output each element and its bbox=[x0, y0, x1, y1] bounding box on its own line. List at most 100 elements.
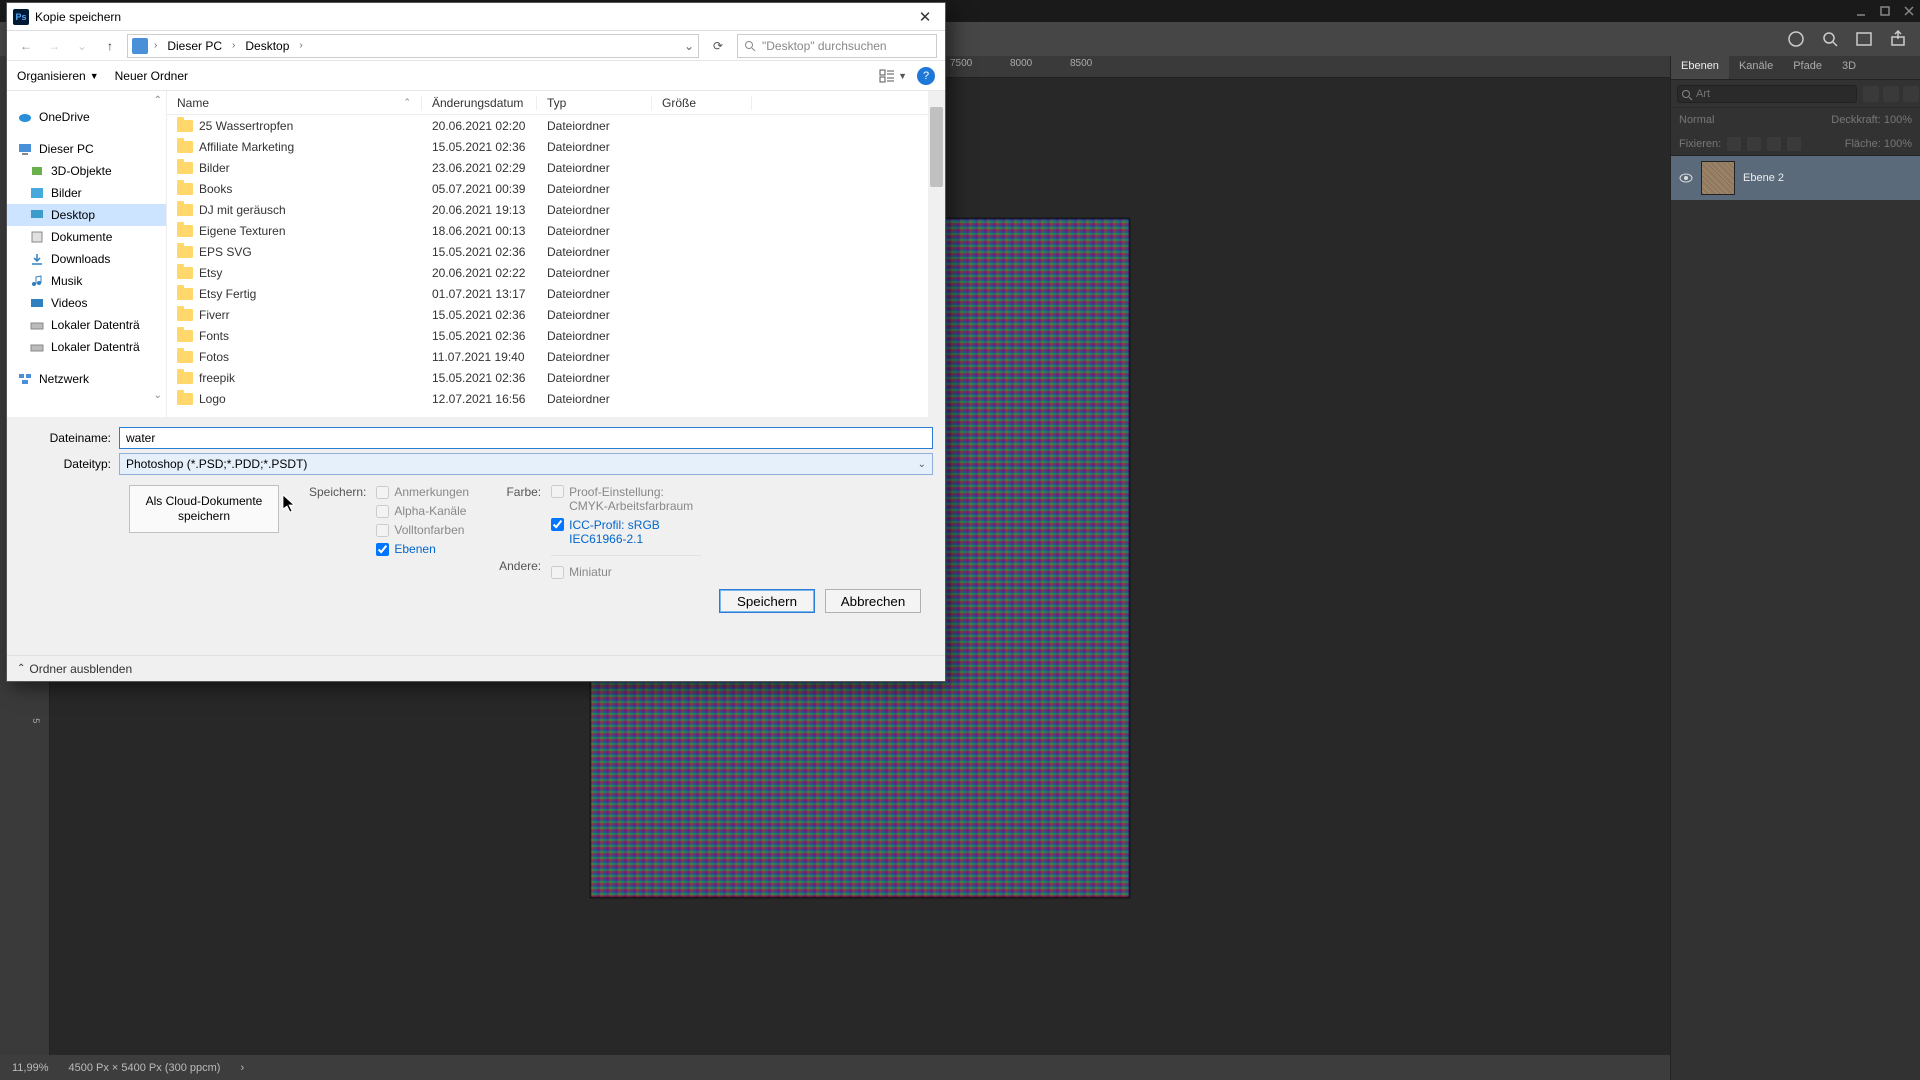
file-row[interactable]: Etsy20.06.2021 02:22Dateiordner bbox=[167, 262, 945, 283]
breadcrumb-pc[interactable]: Dieser PC bbox=[163, 37, 226, 55]
dialog-close-button[interactable]: ✕ bbox=[911, 8, 939, 26]
tree-desktop[interactable]: Desktop bbox=[7, 204, 166, 226]
chevron-right-icon[interactable]: › bbox=[152, 40, 159, 51]
scroll-up-icon[interactable]: ⌃ bbox=[7, 95, 166, 106]
tree-lokaler-2[interactable]: Lokaler Datenträ bbox=[7, 336, 166, 358]
search-icon[interactable] bbox=[1820, 29, 1840, 49]
search-input[interactable]: "Desktop" durchsuchen bbox=[737, 34, 937, 58]
layer-row[interactable]: Ebene 2 bbox=[1671, 156, 1920, 200]
tree-lokaler-1[interactable]: Lokaler Datenträ bbox=[7, 314, 166, 336]
lock-pixel-icon[interactable] bbox=[1727, 137, 1741, 151]
column-size[interactable]: Größe bbox=[652, 96, 752, 110]
nav-forward-button[interactable]: → bbox=[43, 35, 65, 57]
folder-icon bbox=[177, 288, 193, 300]
tree-dokumente[interactable]: Dokumente bbox=[7, 226, 166, 248]
file-row[interactable]: Fonts15.05.2021 02:36Dateiordner bbox=[167, 325, 945, 346]
file-row[interactable]: freepik15.05.2021 02:36Dateiordner bbox=[167, 367, 945, 388]
file-row[interactable]: Books05.07.2021 00:39Dateiordner bbox=[167, 178, 945, 199]
scrollbar-thumb[interactable] bbox=[930, 107, 943, 187]
layer-filter-input[interactable] bbox=[1677, 85, 1857, 103]
chevron-right-icon[interactable]: › bbox=[230, 40, 237, 51]
filename-input[interactable] bbox=[119, 427, 933, 449]
file-row[interactable]: Eigene Texturen18.06.2021 00:13Dateiordn… bbox=[167, 220, 945, 241]
file-row[interactable]: Bilder23.06.2021 02:29Dateiordner bbox=[167, 157, 945, 178]
tree-3d-objekte[interactable]: 3D-Objekte bbox=[7, 160, 166, 182]
tree-musik[interactable]: Musik bbox=[7, 270, 166, 292]
lock-label: Fixieren: bbox=[1679, 138, 1721, 150]
file-row[interactable]: Logo12.07.2021 16:56Dateiordner bbox=[167, 388, 945, 409]
tree-downloads[interactable]: Downloads bbox=[7, 248, 166, 270]
folder-tree: ⌃ OneDrive Dieser PC 3D-Objekte Bilder D… bbox=[7, 91, 167, 417]
nav-recent-button[interactable]: ⌄ bbox=[71, 35, 93, 57]
cancel-button[interactable]: Abbrechen bbox=[825, 589, 921, 613]
chk-ebenen[interactable]: Ebenen bbox=[376, 542, 469, 556]
fill-value[interactable]: 100% bbox=[1884, 138, 1912, 150]
ruler-tick: 7500 bbox=[950, 58, 972, 69]
minimize-icon[interactable] bbox=[1854, 4, 1868, 18]
scroll-down-icon[interactable]: ⌄ bbox=[7, 390, 166, 401]
hide-folders-toggle[interactable]: ⌃Ordner ausblenden bbox=[17, 662, 132, 676]
breadcrumb-desktop[interactable]: Desktop bbox=[241, 37, 293, 55]
filter-type-icon[interactable] bbox=[1903, 86, 1919, 102]
save-button[interactable]: Speichern bbox=[719, 589, 815, 613]
visibility-eye-icon[interactable] bbox=[1679, 171, 1693, 185]
status-bar: 11,99% 4500 Px × 5400 Px (300 ppcm) › bbox=[0, 1055, 1670, 1080]
tab-ebenen[interactable]: Ebenen bbox=[1671, 56, 1729, 79]
view-mode-button[interactable]: ▼ bbox=[879, 69, 907, 83]
speichern-header: Speichern: bbox=[309, 485, 366, 499]
nav-back-button[interactable]: ← bbox=[15, 35, 37, 57]
ruler-tick: 8500 bbox=[1070, 58, 1092, 69]
help-button[interactable]: ? bbox=[917, 67, 935, 85]
blend-mode-select[interactable]: Normal bbox=[1679, 114, 1714, 126]
tree-netzwerk[interactable]: Netzwerk bbox=[7, 368, 166, 390]
chevron-down-icon[interactable]: ⌄ bbox=[684, 39, 694, 53]
new-folder-button[interactable]: Neuer Ordner bbox=[115, 69, 188, 83]
workspace-icon[interactable] bbox=[1854, 29, 1874, 49]
tab-pfade[interactable]: Pfade bbox=[1783, 56, 1832, 79]
nav-up-button[interactable]: ↑ bbox=[99, 35, 121, 57]
opacity-value[interactable]: 100% bbox=[1884, 114, 1912, 126]
tab-kanale[interactable]: Kanäle bbox=[1729, 56, 1783, 79]
layer-name[interactable]: Ebene 2 bbox=[1743, 172, 1784, 184]
file-row[interactable]: Affiliate Marketing15.05.2021 02:36Datei… bbox=[167, 136, 945, 157]
tree-bilder[interactable]: Bilder bbox=[7, 182, 166, 204]
column-type[interactable]: Typ bbox=[537, 96, 652, 110]
filename-label: Dateiname: bbox=[19, 431, 119, 445]
file-row[interactable]: DJ mit geräusch20.06.2021 19:13Dateiordn… bbox=[167, 199, 945, 220]
share-icon[interactable] bbox=[1888, 29, 1908, 49]
cloud-icon[interactable] bbox=[1786, 29, 1806, 49]
file-row[interactable]: Fiverr15.05.2021 02:36Dateiordner bbox=[167, 304, 945, 325]
refresh-button[interactable]: ⟳ bbox=[705, 39, 731, 53]
chevron-right-icon[interactable]: › bbox=[297, 40, 304, 51]
zoom-value[interactable]: 11,99% bbox=[12, 1062, 49, 1074]
filter-adjust-icon[interactable] bbox=[1883, 86, 1899, 102]
chk-icc[interactable]: ICC-Profil: sRGB IEC61966-2.1 bbox=[551, 518, 701, 546]
fill-label: Fläche: bbox=[1845, 138, 1881, 150]
tree-dieser-pc[interactable]: Dieser PC bbox=[7, 138, 166, 160]
layer-thumbnail[interactable] bbox=[1701, 161, 1735, 195]
filter-pixel-icon[interactable] bbox=[1863, 86, 1879, 102]
file-row[interactable]: 25 Wassertropfen20.06.2021 02:20Dateiord… bbox=[167, 115, 945, 136]
lock-artboard-icon[interactable] bbox=[1767, 137, 1781, 151]
app-close-icon[interactable] bbox=[1902, 4, 1916, 18]
chk-proof: Proof-Einstellung: CMYK-Arbeitsfarbraum bbox=[551, 485, 701, 513]
filetype-select[interactable]: Photoshop (*.PSD;*.PDD;*.PSDT)⌄ bbox=[119, 453, 933, 475]
tab-3d[interactable]: 3D bbox=[1832, 56, 1866, 79]
file-row[interactable]: EPS SVG15.05.2021 02:36Dateiordner bbox=[167, 241, 945, 262]
lock-position-icon[interactable] bbox=[1747, 137, 1761, 151]
maximize-icon[interactable] bbox=[1878, 4, 1892, 18]
breadcrumb[interactable]: › Dieser PC › Desktop › ⌄ bbox=[127, 34, 699, 58]
tree-onedrive[interactable]: OneDrive bbox=[7, 106, 166, 128]
cloud-save-button[interactable]: Als Cloud-Dokumente speichern bbox=[129, 485, 279, 533]
chevron-right-icon[interactable]: › bbox=[240, 1062, 244, 1074]
dialog-title: Kopie speichern bbox=[35, 10, 911, 24]
organize-button[interactable]: Organisieren ▼ bbox=[17, 69, 99, 83]
panel-tabs: Ebenen Kanäle Pfade 3D bbox=[1671, 56, 1920, 80]
column-date[interactable]: Änderungsdatum bbox=[422, 96, 537, 110]
file-row[interactable]: Etsy Fertig01.07.2021 13:17Dateiordner bbox=[167, 283, 945, 304]
lock-all-icon[interactable] bbox=[1787, 137, 1801, 151]
column-name[interactable]: Name⌃ bbox=[167, 96, 422, 110]
file-row[interactable]: Fotos11.07.2021 19:40Dateiordner bbox=[167, 346, 945, 367]
scrollbar[interactable] bbox=[928, 91, 945, 417]
tree-videos[interactable]: Videos bbox=[7, 292, 166, 314]
